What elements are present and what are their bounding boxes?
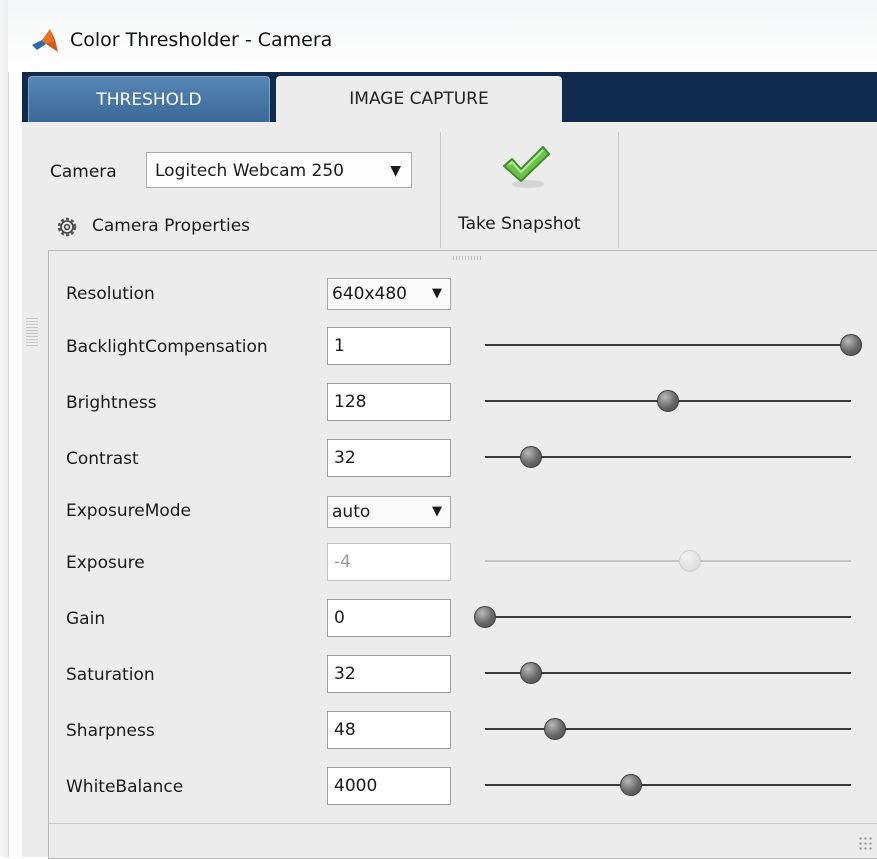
backlight-compensation-slider-thumb[interactable]	[840, 334, 862, 356]
saturation-slider-thumb[interactable]	[519, 662, 542, 684]
property-label: Gain	[66, 609, 106, 629]
property-label: Sharpness	[66, 721, 155, 741]
resolution-value: 640x480	[332, 284, 407, 304]
backlight-compensation-slider-track[interactable]	[485, 344, 851, 346]
property-label: Exposure	[66, 553, 145, 573]
gear-icon	[57, 217, 77, 237]
contrast-field[interactable]: 32	[327, 439, 451, 477]
sharpness-field[interactable]: 48	[327, 711, 451, 749]
property-label: ExposureMode	[66, 501, 192, 521]
camera-label: Camera	[50, 162, 117, 182]
exposure-mode-dropdown[interactable]: auto ▼	[327, 496, 451, 528]
matlab-logo-icon	[32, 29, 58, 52]
toolstrip-separator	[440, 132, 441, 248]
saturation-field[interactable]: 32	[327, 655, 451, 693]
backlight-compensation-field[interactable]: 1	[327, 327, 451, 365]
contrast-slider-thumb[interactable]	[519, 446, 542, 468]
white-balance-slider-thumb[interactable]	[620, 774, 643, 796]
white-balance-slider-track[interactable]	[485, 784, 851, 786]
tab-image-capture[interactable]: IMAGE CAPTURE	[276, 76, 562, 122]
panel-divider	[49, 823, 877, 824]
property-label: BacklightCompensation	[66, 337, 268, 357]
exposure-mode-value: auto	[332, 502, 371, 522]
checkmark-icon[interactable]	[500, 142, 552, 190]
resize-handle-left[interactable]	[26, 318, 38, 346]
exposure-field: -4	[327, 543, 451, 581]
caret-down-icon: ▼	[432, 286, 442, 301]
tab-threshold[interactable]: THRESHOLD	[28, 76, 270, 123]
resize-grip-icon[interactable]	[858, 836, 872, 850]
property-label: WhiteBalance	[66, 777, 184, 797]
camera-select-value: Logitech Webcam 250	[155, 161, 344, 181]
toolstrip: Camera Logitech Webcam 250 ▼ Camera Prop…	[22, 122, 877, 251]
gain-slider-thumb[interactable]	[474, 606, 496, 628]
window-title: Color Thresholder - Camera	[70, 29, 333, 51]
property-label: Contrast	[66, 449, 139, 469]
resize-handle-top[interactable]	[453, 256, 483, 260]
camera-select[interactable]: Logitech Webcam 250 ▼	[146, 152, 412, 188]
gain-field[interactable]: 0	[327, 599, 451, 637]
exposure-slider-track	[485, 560, 851, 562]
property-label: Brightness	[66, 393, 157, 413]
title-bar: Color Thresholder - Camera	[8, 0, 877, 72]
camera-properties-panel: Resolution 640x480 ▼ BacklightCompensati…	[48, 250, 877, 859]
property-label: Saturation	[66, 665, 155, 685]
toolstrip-separator	[618, 132, 619, 248]
sharpness-slider-track[interactable]	[485, 728, 851, 730]
take-snapshot-button[interactable]: Take Snapshot	[458, 214, 581, 234]
gain-slider-track[interactable]	[485, 616, 851, 618]
white-balance-field[interactable]: 4000	[327, 767, 451, 805]
property-label: Resolution	[66, 284, 155, 304]
window-left-edge	[0, 0, 9, 857]
caret-down-icon: ▼	[390, 163, 401, 179]
sharpness-slider-thumb[interactable]	[543, 718, 566, 740]
tab-strip: THRESHOLD IMAGE CAPTURE	[22, 72, 877, 123]
brightness-field[interactable]: 128	[327, 383, 451, 421]
resolution-dropdown[interactable]: 640x480 ▼	[327, 278, 451, 310]
camera-properties-label: Camera Properties	[92, 216, 251, 236]
caret-down-icon: ▼	[432, 504, 442, 519]
exposure-slider-thumb	[678, 550, 701, 572]
brightness-slider-thumb[interactable]	[657, 390, 679, 412]
